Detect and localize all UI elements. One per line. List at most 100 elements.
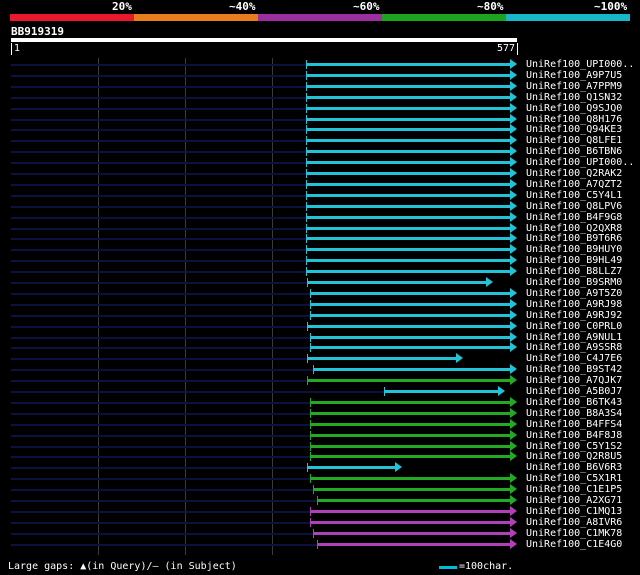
hit-label[interactable]: UniRef100_A7PPM9 bbox=[526, 81, 622, 92]
hit-label[interactable]: UniRef100_B8LLZ7 bbox=[526, 266, 622, 277]
alignment-arrow-icon bbox=[510, 179, 517, 189]
hit-row[interactable]: UniRef100_Q9SJQ0 bbox=[0, 103, 640, 114]
hit-label[interactable]: UniRef100_A9SSR8 bbox=[526, 342, 622, 353]
hit-row[interactable]: UniRef100_A7QJK7 bbox=[0, 375, 640, 386]
hit-label[interactable]: UniRef100_C1MK78 bbox=[526, 528, 622, 539]
hit-row[interactable]: UniRef100_C4J7E6 bbox=[0, 353, 640, 364]
hit-row[interactable]: UniRef100_A9SSR8 bbox=[0, 342, 640, 353]
hit-row[interactable]: UniRef100_UPI000.. bbox=[0, 59, 640, 70]
hit-row[interactable]: UniRef100_C1E1P5 bbox=[0, 484, 640, 495]
alignment-arrow-icon bbox=[498, 386, 505, 396]
hit-row[interactable]: UniRef100_C5Y4L1 bbox=[0, 190, 640, 201]
hit-row[interactable]: UniRef100_B9T6R6 bbox=[0, 233, 640, 244]
hit-label[interactable]: UniRef100_A8IVR6 bbox=[526, 517, 622, 528]
hit-row[interactable]: UniRef100_B8LLZ7 bbox=[0, 266, 640, 277]
hit-row[interactable]: UniRef100_B9HUY0 bbox=[0, 244, 640, 255]
hit-row[interactable]: UniRef100_A7PPM9 bbox=[0, 81, 640, 92]
unaligned-segment bbox=[11, 326, 307, 328]
hit-row[interactable]: UniRef100_B4F8J8 bbox=[0, 430, 640, 441]
hit-label[interactable]: UniRef100_C1MQ13 bbox=[526, 506, 622, 517]
hit-row[interactable]: UniRef100_A9RJ98 bbox=[0, 299, 640, 310]
alignment-arrow-icon bbox=[510, 114, 517, 124]
hit-row[interactable]: UniRef100_B6TK43 bbox=[0, 397, 640, 408]
hit-label[interactable]: UniRef100_B9SRM0 bbox=[526, 277, 622, 288]
hit-row[interactable]: UniRef100_B4FFS4 bbox=[0, 419, 640, 430]
hit-label[interactable]: UniRef100_B8A3S4 bbox=[526, 408, 622, 419]
hit-label[interactable]: UniRef100_B4F8J8 bbox=[526, 430, 622, 441]
alignment-arrow-icon bbox=[486, 277, 493, 287]
hit-row[interactable]: UniRef100_UPI000.. bbox=[0, 157, 640, 168]
hit-row[interactable]: UniRef100_B6TBN6 bbox=[0, 146, 640, 157]
hit-row[interactable]: UniRef100_B9SRM0 bbox=[0, 277, 640, 288]
hit-label[interactable]: UniRef100_A9P7U5 bbox=[526, 70, 622, 81]
alignment-bar bbox=[306, 85, 510, 88]
unaligned-segment bbox=[11, 467, 307, 469]
hit-label[interactable]: UniRef100_A9RJ98 bbox=[526, 299, 622, 310]
alignment-bar bbox=[384, 390, 498, 393]
hit-row[interactable]: UniRef100_Q8LPV6 bbox=[0, 201, 640, 212]
unaligned-segment bbox=[11, 97, 306, 99]
hit-label[interactable]: UniRef100_B9HL49 bbox=[526, 255, 622, 266]
unaligned-segment bbox=[11, 173, 306, 175]
hit-label[interactable]: UniRef100_B4FFS4 bbox=[526, 419, 622, 430]
hit-label[interactable]: UniRef100_B6V6R3 bbox=[526, 462, 622, 473]
alignment-bar bbox=[306, 63, 510, 66]
alignment-bar bbox=[310, 314, 510, 317]
unaligned-segment bbox=[11, 86, 306, 88]
hit-row[interactable]: UniRef100_B8A3S4 bbox=[0, 408, 640, 419]
hit-label[interactable]: UniRef100_A7QZT2 bbox=[526, 179, 622, 190]
hit-row[interactable]: UniRef100_C1E4G0 bbox=[0, 539, 640, 550]
hit-label[interactable]: UniRef100_C0PRL0 bbox=[526, 321, 622, 332]
hit-label[interactable]: UniRef100_B9T6R6 bbox=[526, 233, 622, 244]
hit-label[interactable]: UniRef100_A5B0J7 bbox=[526, 386, 622, 397]
hit-label[interactable]: UniRef100_C4J7E6 bbox=[526, 353, 622, 364]
hit-label[interactable]: UniRef100_B6TK43 bbox=[526, 397, 622, 408]
hit-row[interactable]: UniRef100_Q94KE3 bbox=[0, 124, 640, 135]
hit-label[interactable]: UniRef100_C5Y4L1 bbox=[526, 190, 622, 201]
hit-row[interactable]: UniRef100_Q2RAK2 bbox=[0, 168, 640, 179]
hit-row[interactable]: UniRef100_C5X1R1 bbox=[0, 473, 640, 484]
hit-label[interactable]: UniRef100_C1E1P5 bbox=[526, 484, 622, 495]
hit-row[interactable]: UniRef100_A5B0J7 bbox=[0, 386, 640, 397]
hit-label[interactable]: UniRef100_B4F9G8 bbox=[526, 212, 622, 223]
hit-label[interactable]: UniRef100_A7QJK7 bbox=[526, 375, 622, 386]
hit-row[interactable]: UniRef100_C1MK78 bbox=[0, 528, 640, 539]
hit-label[interactable]: UniRef100_B9ST42 bbox=[526, 364, 622, 375]
hit-label[interactable]: UniRef100_Q8LPV6 bbox=[526, 201, 622, 212]
hit-label[interactable]: UniRef100_Q94KE3 bbox=[526, 124, 622, 135]
hit-label[interactable]: UniRef100_A2XG71 bbox=[526, 495, 622, 506]
hit-label[interactable]: UniRef100_C5X1R1 bbox=[526, 473, 622, 484]
hit-row[interactable]: UniRef100_Q2R8U5 bbox=[0, 451, 640, 462]
hit-row[interactable]: UniRef100_C0PRL0 bbox=[0, 321, 640, 332]
hit-label[interactable]: UniRef100_B9HUY0 bbox=[526, 244, 622, 255]
hit-label[interactable]: UniRef100_A9RJ92 bbox=[526, 310, 622, 321]
hit-label[interactable]: UniRef100_Q9SJQ0 bbox=[526, 103, 622, 114]
alignment-arrow-icon bbox=[510, 332, 517, 342]
hit-label[interactable]: UniRef100_Q2R8U5 bbox=[526, 451, 622, 462]
hit-label[interactable]: UniRef100_UPI000.. bbox=[526, 157, 634, 168]
hit-row[interactable]: UniRef100_A9T5Z0 bbox=[0, 288, 640, 299]
alignment-arrow-icon bbox=[510, 397, 517, 407]
hit-row[interactable]: UniRef100_B9HL49 bbox=[0, 255, 640, 266]
hit-row[interactable]: UniRef100_A8IVR6 bbox=[0, 517, 640, 528]
hit-row[interactable]: UniRef100_A7QZT2 bbox=[0, 179, 640, 190]
alignment-arrow-icon bbox=[510, 168, 517, 178]
hit-row[interactable]: UniRef100_C1MQ13 bbox=[0, 506, 640, 517]
hit-row[interactable]: UniRef100_B4F9G8 bbox=[0, 212, 640, 223]
hit-label[interactable]: UniRef100_UPI000.. bbox=[526, 59, 634, 70]
hit-row[interactable]: UniRef100_B9ST42 bbox=[0, 364, 640, 375]
hit-label[interactable]: UniRef100_Q1SN32 bbox=[526, 92, 622, 103]
hit-label[interactable]: UniRef100_Q2RAK2 bbox=[526, 168, 622, 179]
hit-row[interactable]: UniRef100_A9RJ92 bbox=[0, 310, 640, 321]
hit-label[interactable]: UniRef100_B6TBN6 bbox=[526, 146, 622, 157]
hit-label[interactable]: UniRef100_A9T5Z0 bbox=[526, 288, 622, 299]
alignment-arrow-icon bbox=[510, 244, 517, 254]
hit-label[interactable]: UniRef100_C1E4G0 bbox=[526, 539, 622, 550]
hit-row[interactable]: UniRef100_Q1SN32 bbox=[0, 92, 640, 103]
hit-label[interactable]: UniRef100_Q8LFE1 bbox=[526, 135, 622, 146]
hit-row[interactable]: UniRef100_A9P7U5 bbox=[0, 70, 640, 81]
hit-row[interactable]: UniRef100_Q8LFE1 bbox=[0, 135, 640, 146]
hit-row[interactable]: UniRef100_B6V6R3 bbox=[0, 462, 640, 473]
alignment-arrow-icon bbox=[510, 59, 517, 69]
hit-row[interactable]: UniRef100_A2XG71 bbox=[0, 495, 640, 506]
